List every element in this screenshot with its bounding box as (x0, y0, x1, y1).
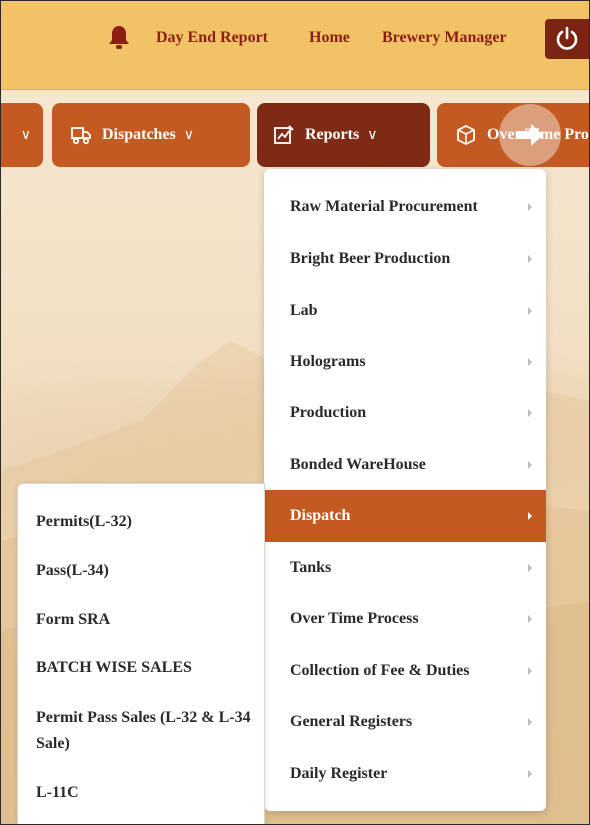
nav-label-reports: Reports (305, 126, 360, 143)
submenu-item-permit-pass-sales[interactable]: Permit Pass Sales (L-32 & L-34 Sale) (18, 705, 264, 757)
caret-right-icon (528, 615, 532, 623)
menu-item-dispatch[interactable]: Dispatch (264, 490, 546, 542)
menu-item-raw-material-procurement[interactable]: Raw Material Procurement (264, 187, 546, 227)
caret-right-icon (528, 409, 532, 417)
menu-item-collection-of-fee-duties[interactable]: Collection of Fee & Duties (264, 651, 546, 691)
bell-icon[interactable] (107, 24, 131, 50)
menu-item-bright-beer-production[interactable]: Bright Beer Production (264, 239, 546, 279)
cube-icon (457, 124, 475, 146)
chart-edit-icon (274, 125, 294, 144)
submenu-item-batch-wise-sales[interactable]: BATCH WISE SALES (18, 655, 264, 681)
caret-right-icon (528, 307, 532, 315)
top-header: Day End Report Home Brewery Manager (1, 1, 589, 90)
dispatch-submenu: Permits(L-32) Pass(L-34) Form SRA BATCH … (17, 483, 265, 824)
menu-item-general-registers[interactable]: General Registers (264, 702, 546, 742)
brewery-manager-link[interactable]: Brewery Manager (382, 29, 507, 47)
menu-item-lab[interactable]: Lab (264, 291, 546, 331)
submenu-item-permits-l32[interactable]: Permits(L-32) (18, 509, 264, 535)
menu-item-over-time-process[interactable]: Over Time Process (264, 599, 546, 639)
menu-item-daily-register[interactable]: Daily Register (264, 754, 546, 794)
arrow-right-icon (517, 124, 543, 146)
caret-right-icon (528, 718, 532, 726)
power-icon (556, 26, 578, 50)
nav-item-reports[interactable]: Reports ∨ (257, 103, 430, 167)
submenu-item-l-11c[interactable]: L-11C (18, 780, 264, 806)
menu-item-holograms[interactable]: Holograms (264, 342, 546, 382)
truck-icon (71, 127, 91, 145)
power-button[interactable] (545, 19, 589, 59)
caret-right-icon (528, 770, 532, 778)
menu-item-bonded-warehouse[interactable]: Bonded WareHouse (264, 445, 546, 485)
submenu-item-form-sra[interactable]: Form SRA (18, 607, 264, 633)
caret-right-icon (528, 564, 532, 572)
caret-right-icon (528, 667, 532, 675)
menu-item-production[interactable]: Production (264, 393, 546, 433)
home-link[interactable]: Home (309, 29, 350, 47)
chevron-down-icon: ∨ (20, 127, 31, 143)
day-end-report-link[interactable]: Day End Report (156, 29, 268, 47)
chevron-down-icon: ∨ (367, 127, 378, 143)
app-frame: Day End Report Home Brewery Manager ∨ Di… (0, 0, 590, 825)
menu-item-tanks[interactable]: Tanks (264, 548, 546, 588)
nav-item-previous[interactable]: ∨ (1, 103, 43, 167)
caret-right-icon (528, 512, 532, 520)
nav-item-dispatches[interactable]: Dispatches ∨ (52, 103, 250, 167)
chevron-down-icon: ∨ (183, 127, 195, 143)
caret-right-icon (528, 203, 532, 211)
nav-label-dispatches: Dispatches (102, 126, 176, 143)
nav-scroll-right-button[interactable] (499, 104, 561, 166)
submenu-item-pass-l34[interactable]: Pass(L-34) (18, 558, 264, 584)
caret-right-icon (528, 255, 532, 263)
caret-right-icon (528, 358, 532, 366)
reports-dropdown: Raw Material Procurement Bright Beer Pro… (264, 169, 546, 811)
caret-right-icon (528, 461, 532, 469)
